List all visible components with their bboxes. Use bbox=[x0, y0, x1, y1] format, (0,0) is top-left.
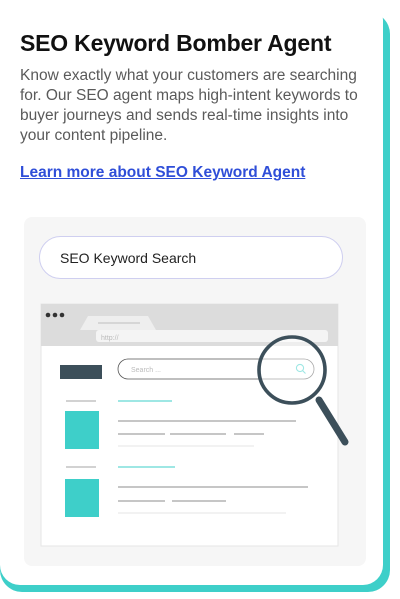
browser-search-placeholder: Search ... bbox=[131, 367, 161, 374]
browser-illustration: http:// Search ... bbox=[40, 303, 349, 547]
result-thumbnail bbox=[65, 411, 99, 449]
window-dot-icon bbox=[52, 312, 58, 318]
logo-block bbox=[60, 365, 102, 379]
address-bar-url: http:// bbox=[101, 335, 119, 342]
result-thumbnail bbox=[65, 479, 99, 517]
window-dot-icon bbox=[45, 312, 51, 318]
window-dot-icon bbox=[59, 312, 65, 318]
